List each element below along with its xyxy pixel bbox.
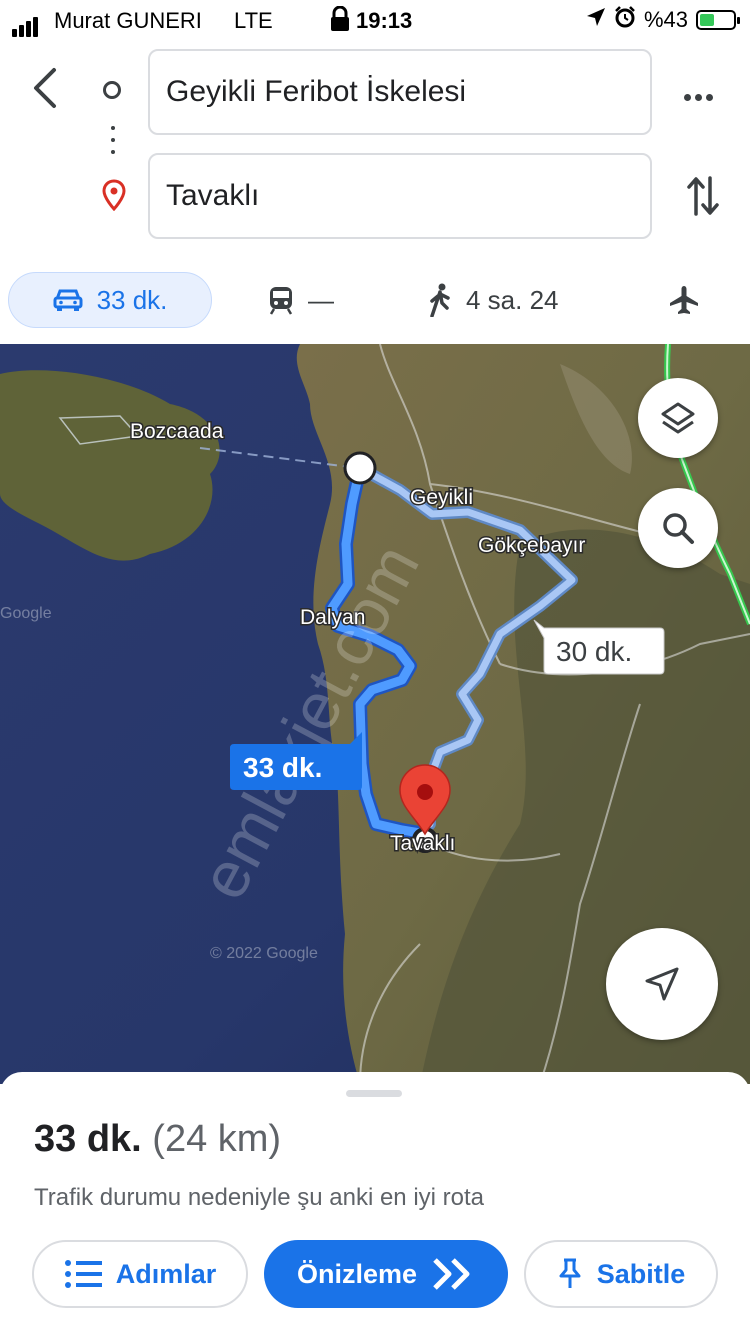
- tab-walk[interactable]: 4 sa. 24: [428, 272, 559, 328]
- battery-icon: [696, 10, 740, 30]
- search-icon: [663, 513, 694, 544]
- swap-icon[interactable]: [686, 174, 720, 223]
- alt-route-duration-text: 30 dk.: [556, 636, 632, 667]
- steps-button-label: Adımlar: [115, 1258, 217, 1289]
- network-type: LTE: [234, 8, 273, 33]
- navigate-button[interactable]: [606, 928, 718, 1040]
- destination-field[interactable]: Tavaklı: [148, 153, 652, 239]
- double-chevron-icon: [433, 1258, 470, 1290]
- status-bar: Murat GUNERI LTE 19:13 %43: [0, 0, 750, 42]
- route-summary: 33 dk. (24 km): [34, 1118, 281, 1161]
- steps-button[interactable]: Adımlar: [32, 1240, 248, 1308]
- alt-route-duration[interactable]: 30 dk.: [533, 619, 665, 675]
- origin-field[interactable]: Geyikli Feribot İskelesi: [148, 49, 652, 135]
- preview-button-label: Önizleme: [296, 1258, 418, 1289]
- tab-flight[interactable]: [668, 272, 700, 328]
- sheet-handle[interactable]: [346, 1090, 402, 1097]
- tab-transit[interactable]: —: [268, 272, 334, 328]
- carrier-name: Murat GUNERI: [54, 8, 202, 33]
- walk-icon: [430, 283, 450, 317]
- pin-button-label: Sabitle: [596, 1258, 686, 1289]
- travel-mode-tabs: 33 dk. — 4 sa. 24: [0, 272, 750, 330]
- car-icon: [53, 289, 83, 311]
- layers-button[interactable]: [638, 378, 718, 458]
- navigation-arrow-icon: [645, 967, 679, 1001]
- more-options-icon[interactable]: [684, 88, 717, 106]
- map-view[interactable]: Bozcaada Geyikli Gökçebayır Dalyan Tavak…: [0, 344, 750, 1084]
- back-arrow-icon: [34, 68, 56, 108]
- clock: 19:13: [356, 8, 413, 33]
- preview-button[interactable]: Önizleme: [264, 1240, 508, 1308]
- origin-dot-icon: [103, 81, 121, 99]
- tab-drive[interactable]: 33 dk.: [8, 272, 212, 328]
- label-geyikli: Geyikli: [410, 486, 473, 509]
- train-icon: [269, 287, 293, 315]
- main-route-duration-text: 33 dk.: [243, 752, 322, 783]
- drive-time: 33 dk.: [96, 284, 168, 315]
- route-duration: 33 dk.: [34, 1118, 142, 1160]
- location-arrow-icon: [586, 7, 606, 33]
- label-tavakli: Tavaklı: [390, 832, 455, 855]
- airplane-icon: [670, 286, 698, 314]
- signal-icon: [12, 11, 40, 37]
- route-dots-icon: [111, 126, 115, 162]
- alarm-icon: [614, 6, 636, 34]
- route-start-marker: [343, 451, 377, 485]
- pin-button[interactable]: Sabitle: [524, 1240, 718, 1308]
- lock-icon: [330, 5, 350, 38]
- transit-time: —: [308, 284, 334, 315]
- route-note: Trafik durumu nedeniyle şu anki en iyi r…: [34, 1184, 484, 1211]
- list-icon: [64, 1260, 102, 1288]
- map-copyright: © 2022 Google: [210, 945, 318, 962]
- back-button[interactable]: [30, 66, 60, 110]
- pushpin-icon: [559, 1258, 581, 1288]
- layers-icon: [661, 402, 695, 434]
- route-bottom-sheet: 33 dk. (24 km) Trafik durumu nedeniyle ş…: [0, 1072, 750, 1334]
- search-map-button[interactable]: [638, 488, 718, 568]
- route-distance: (24 km): [152, 1118, 282, 1160]
- label-bozcaada: Bozcaada: [130, 420, 224, 443]
- label-gokcebayir: Gökçebayır: [478, 534, 585, 557]
- battery-percent: %43: [643, 7, 688, 32]
- walk-time: 4 sa. 24: [466, 284, 559, 315]
- google-watermark: Google: [0, 605, 52, 622]
- destination-pin-icon: [102, 179, 126, 216]
